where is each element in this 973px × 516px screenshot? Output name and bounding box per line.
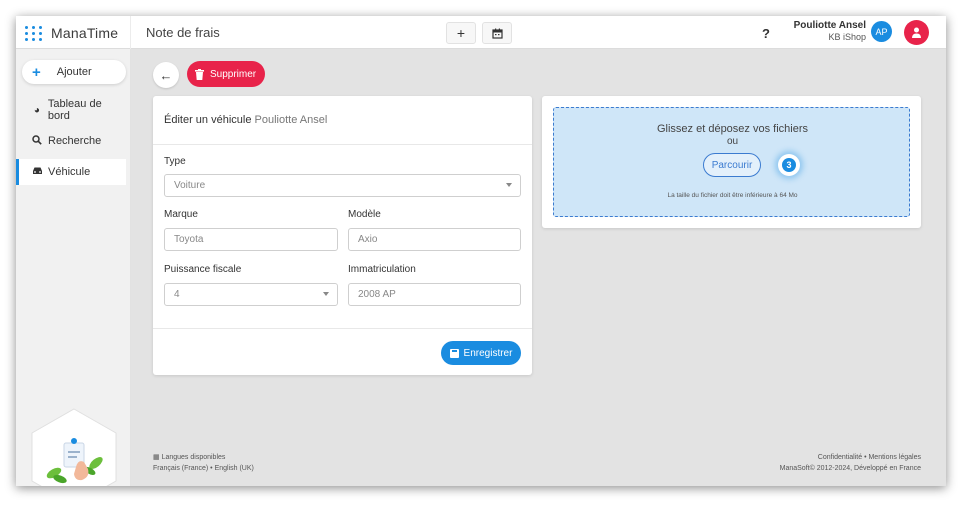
dropzone-or: ou (726, 136, 739, 147)
car-icon (31, 166, 43, 178)
language-icon: ▦ (153, 454, 162, 461)
delete-button-label: Supprimer (210, 68, 257, 80)
model-input-value: Axio (358, 234, 378, 245)
quick-add-button[interactable]: + (446, 22, 476, 44)
copyright: ManaSoft© 2012-2024, Développé en France (779, 465, 921, 472)
fiscal-power-label: Puissance fiscale (164, 264, 242, 275)
brand-name: ManaTime (51, 24, 119, 41)
languages-title-text: Langues disponibles (161, 454, 226, 461)
model-label: Modèle (348, 209, 381, 220)
save-button-label: Enregistrer (463, 347, 513, 359)
calendar-icon (491, 28, 503, 39)
plus-icon: + (32, 63, 41, 81)
type-label: Type (164, 156, 186, 167)
upload-card: Glissez et déposez vos fichiers ou Parco… (542, 96, 921, 228)
help-button[interactable]: ? (756, 23, 776, 43)
model-input[interactable]: Axio (348, 228, 521, 251)
add-button[interactable]: + Ajouter (22, 60, 126, 84)
pie-chart-icon: ◕ (33, 104, 40, 116)
caret-down-icon (506, 183, 512, 187)
save-icon (449, 348, 459, 358)
back-button[interactable]: ← (153, 62, 179, 88)
footer-legal: Confidentialité • Mentions légales ManaS… (780, 452, 921, 474)
onboarding-illustration (31, 408, 117, 486)
user-alert-button[interactable] (904, 20, 929, 45)
divider (153, 328, 532, 329)
languages-title: ▦ Langues disponibles (153, 452, 254, 463)
type-select[interactable]: Voiture (164, 174, 521, 197)
delete-button[interactable]: Supprimer (187, 61, 265, 87)
brand-input-value: Toyota (174, 234, 204, 245)
sidebar-item-label: Véhicule (48, 166, 91, 178)
sidebar-item-search[interactable]: Recherche (16, 128, 126, 154)
file-size-note: La taille du fichier doit être inférieur… (667, 192, 798, 199)
fiscal-power-value: 4 (174, 289, 180, 300)
plate-input-value: 2008 AP (358, 289, 396, 300)
app-window: ManaTime Note de frais + ? Pouliotte Ans… (16, 16, 946, 486)
brand-logo[interactable]: ManaTime (16, 16, 131, 49)
sidebar: + Ajouter ◕ Tableau de bord Recherche Vé… (16, 49, 131, 486)
sidebar-item-label: Recherche (48, 135, 102, 147)
add-button-label: Ajouter (56, 66, 92, 78)
user-alert-icon (912, 27, 921, 38)
file-dropzone[interactable]: Glissez et déposez vos fichiers ou Parco… (553, 107, 910, 217)
calendar-button[interactable] (482, 22, 512, 44)
avatar[interactable]: AP (871, 21, 892, 42)
plate-label: Immatriculation (348, 264, 416, 275)
form-title: Éditer un véhicule Pouliotte Ansel (164, 114, 327, 126)
grid-dots-icon (25, 25, 43, 41)
legal-links[interactable]: Confidentialité • Mentions légales (780, 452, 921, 463)
plate-input[interactable]: 2008 AP (348, 283, 521, 306)
user-company: KB iShop (828, 32, 866, 42)
brand-input[interactable]: Toyota (164, 228, 338, 251)
languages-list[interactable]: Français (France) • English (UK) (153, 463, 254, 474)
page-title: Note de frais (146, 25, 220, 40)
plus-icon: + (456, 25, 466, 41)
type-select-value: Voiture (174, 180, 206, 191)
vehicle-form-card: Éditer un véhicule Pouliotte Ansel Type … (153, 96, 532, 375)
brand-label: Marque (164, 209, 198, 220)
fiscal-power-select[interactable]: 4 (164, 283, 338, 306)
form-title-owner: Pouliotte Ansel (254, 114, 328, 126)
sidebar-item-vehicle[interactable]: Véhicule (16, 159, 126, 185)
divider (153, 144, 532, 145)
caret-down-icon (323, 292, 329, 296)
search-icon (31, 134, 43, 148)
trash-icon (195, 68, 204, 80)
sidebar-item-dashboard[interactable]: ◕ Tableau de bord (16, 97, 126, 123)
top-bar: ManaTime Note de frais + ? Pouliotte Ans… (16, 16, 946, 49)
arrow-left-icon: ← (159, 67, 173, 83)
save-button[interactable]: Enregistrer (441, 341, 521, 365)
form-title-text: Éditer un véhicule (164, 114, 252, 126)
footer-languages: ▦ Langues disponibles Français (France) … (153, 452, 254, 474)
browse-button[interactable]: Parcourir (703, 153, 761, 177)
user-name[interactable]: Pouliotte Ansel (794, 20, 866, 31)
step-badge-number: 3 (782, 158, 796, 172)
sidebar-item-label: Tableau de bord (47, 98, 102, 122)
step-badge: 3 (778, 154, 800, 176)
dropzone-title: Glissez et déposez vos fichiers (656, 123, 808, 135)
